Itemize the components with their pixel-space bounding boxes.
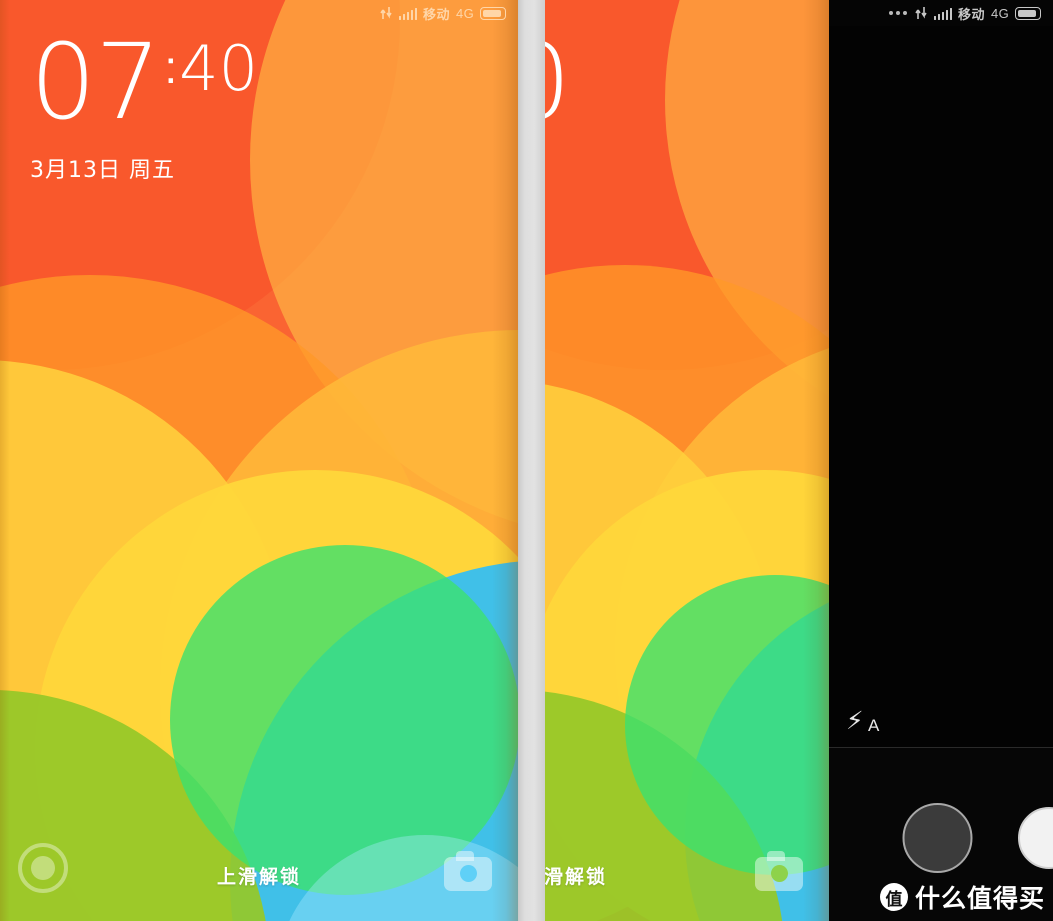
battery-icon [1015, 6, 1041, 20]
battery-icon [480, 6, 506, 20]
watermark-text: 什么值得买 [914, 884, 1045, 913]
camera-controls: 值 什么值得买 [829, 748, 1053, 921]
data-transfer-icon [914, 6, 928, 20]
wallpaper-edge-shade-right [803, 0, 829, 921]
signal-bars-icon [933, 7, 953, 20]
camera-viewfinder[interactable] [829, 26, 1053, 747]
lockscreen-footer: 上滑解锁 [0, 829, 518, 921]
flash-mode-label: A [868, 716, 880, 735]
carrier-label: 移动 [423, 6, 451, 22]
gallery-thumbnail-button[interactable] [1018, 807, 1053, 869]
lockscreen-footer: 上滑解锁 [545, 829, 829, 921]
clock-hours: 0 [545, 30, 571, 134]
unlock-hint: 上滑解锁 [216, 867, 301, 888]
status-bar: 移动 4G [829, 0, 1053, 26]
carrier-label: 移动 [958, 6, 986, 22]
clock-hours: 07 [30, 21, 161, 143]
network-type-label: 4G [456, 5, 474, 21]
clock-time: 07 : 40 [30, 30, 258, 134]
wallpaper-edge-shade-right [492, 0, 518, 921]
three-phone-screenshot: 移动 4G 07 : 40 3月13日 周五 上滑解锁 滑解锁 移动 4G ⚡ … [0, 0, 1053, 921]
flash-glyph: ⚡ [846, 706, 864, 735]
miui-wallpaper [545, 0, 829, 921]
data-transfer-icon [379, 6, 393, 20]
clock-time: 0 [545, 30, 571, 134]
phone-panel-lockscreen-left: 移动 4G 07 : 40 3月13日 周五 上滑解锁 [0, 0, 518, 921]
clock-separator: : [164, 41, 178, 93]
watermark: 值 什么值得买 [879, 879, 1045, 915]
camera-icon[interactable] [444, 851, 492, 891]
phone-panel-camera-right: 移动 4G ⚡ A 值 什么值得买 [829, 0, 1053, 921]
phone-bezel-divider [518, 0, 545, 921]
network-type-label: 4G [991, 5, 1009, 21]
wallpaper-edge-shade-left [0, 0, 10, 921]
lockscreen-clock-partial: 0 [545, 30, 571, 134]
flash-auto-icon[interactable]: ⚡ A [846, 708, 886, 738]
lockscreen-clock: 07 : 40 3月13日 周五 [30, 30, 258, 184]
camera-icon[interactable] [755, 851, 803, 891]
more-dots-icon [888, 11, 907, 15]
signal-bars-icon [398, 7, 418, 20]
phone-panel-lockscreen-middle: 0 上滑解锁 [545, 0, 829, 921]
clock-date: 3月13日 周五 [30, 158, 175, 183]
smzdm-logo-icon: 值 [879, 883, 908, 911]
shutter-button[interactable] [902, 803, 973, 873]
clock-minutes: 40 [179, 32, 259, 105]
